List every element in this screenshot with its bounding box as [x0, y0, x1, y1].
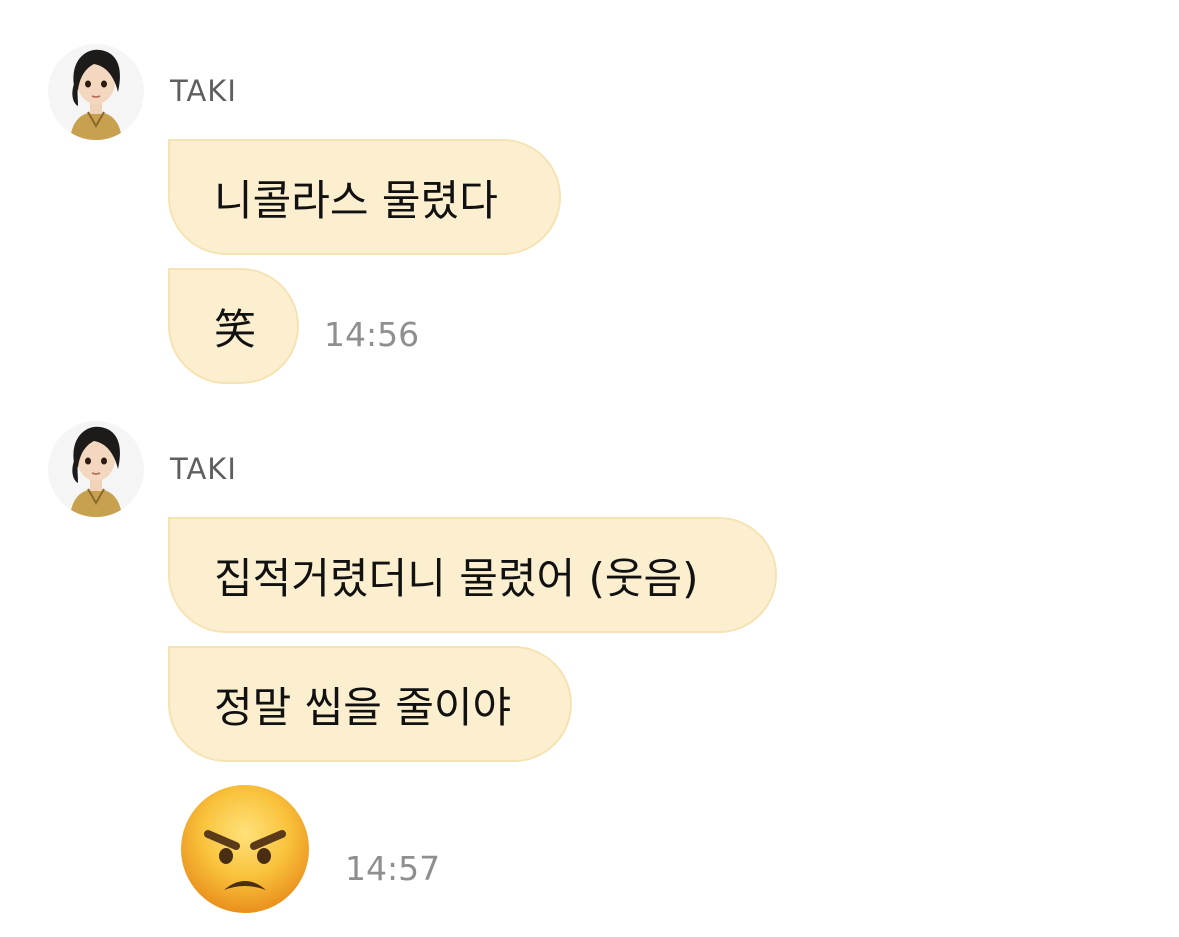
message-timestamp: 14:56 — [324, 315, 420, 354]
sender-avatar[interactable] — [48, 44, 144, 140]
message-timestamp: 14:57 — [345, 849, 441, 888]
angry-face-emoji[interactable] — [178, 782, 312, 916]
sender-name: TAKI — [170, 74, 237, 108]
message-bubble[interactable]: 집적거렸더니 물렸어 (웃음) — [168, 517, 777, 633]
message-bubble[interactable]: 笑 — [168, 268, 299, 384]
taki-avatar-icon — [70, 426, 122, 517]
message-bubble[interactable]: 정말 씹을 줄이야 — [168, 646, 572, 762]
taki-avatar-icon — [70, 49, 122, 140]
message-bubble[interactable]: 니콜라스 물렸다 — [168, 139, 561, 255]
sender-name: TAKI — [170, 452, 237, 486]
sender-avatar[interactable] — [48, 421, 144, 517]
